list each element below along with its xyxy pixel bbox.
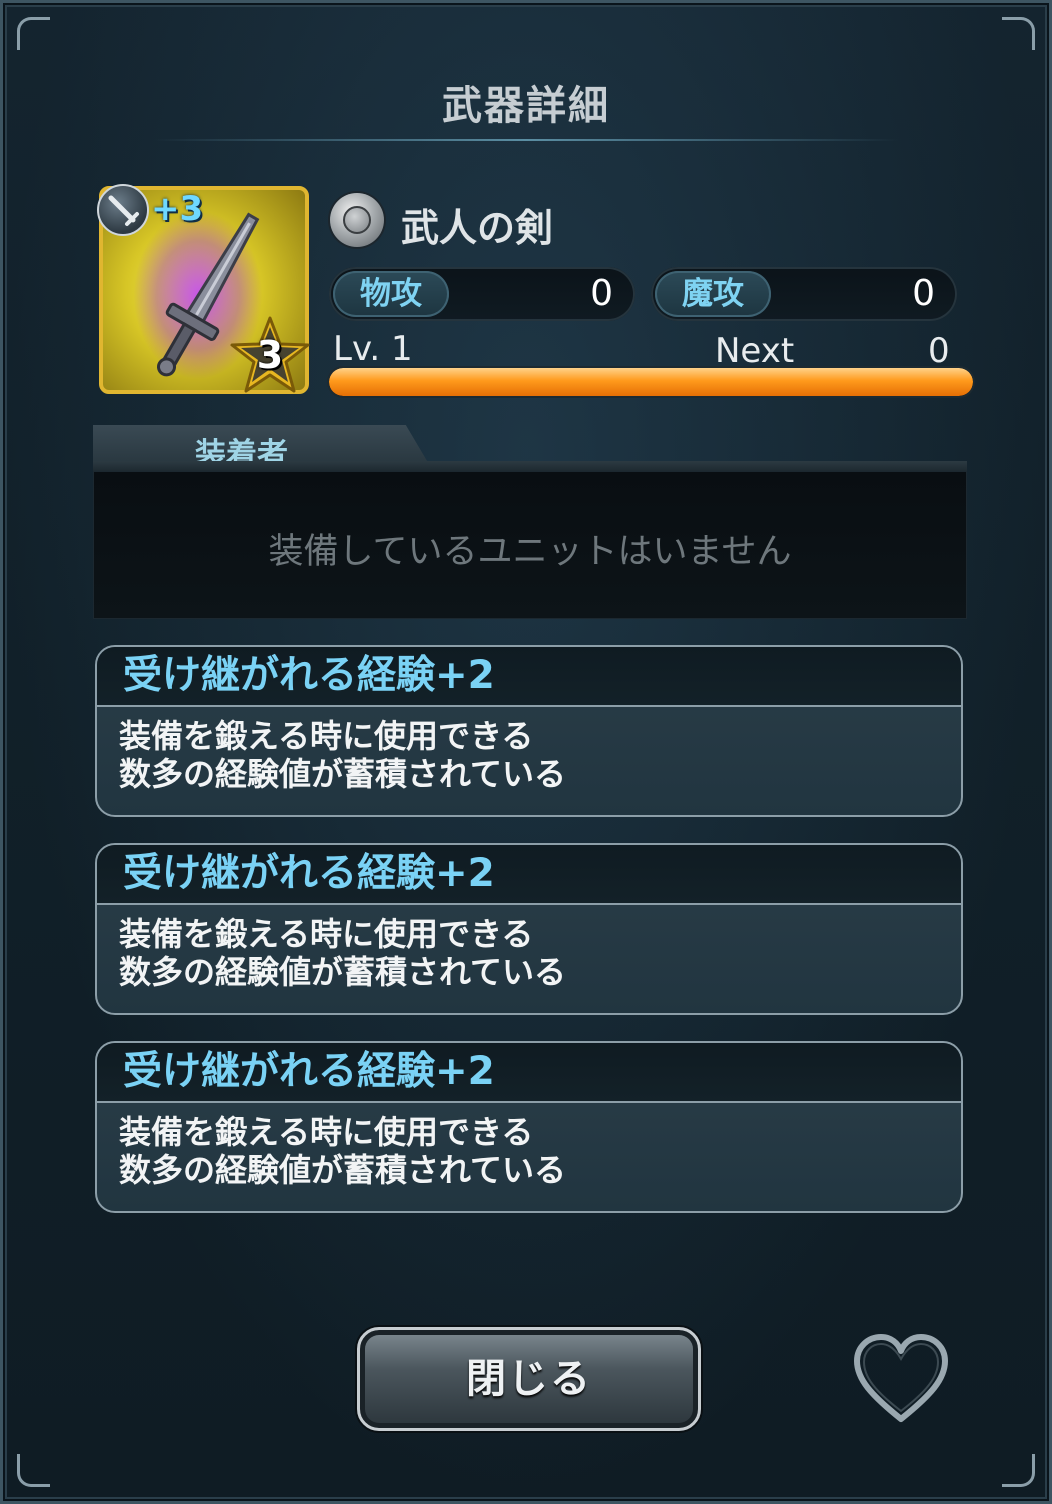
next-exp-label: Next [715, 331, 795, 371]
ability-description: 装備を鍛える時に使用できる 数多の経験値が蓄積されている [119, 717, 567, 793]
weapon-detail-dialog: 武器詳細 +3 3 武人の剣 物攻 0 魔攻 0 Lv. 1 Next 0 装着… [0, 0, 1052, 1504]
stat-label: 物攻 [333, 271, 449, 317]
ability-name: 受け継がれる経験+2 [123, 1049, 495, 1094]
next-exp-value: 0 [928, 331, 950, 371]
ability-description: 装備を鍛える時に使用できる 数多の経験値が蓄積されている [119, 915, 567, 991]
rarity-star-count: 3 [256, 333, 284, 377]
stat-magic-attack: 魔攻 0 [651, 267, 957, 321]
stat-value: 0 [590, 273, 613, 314]
heart-icon[interactable] [851, 1331, 951, 1427]
ability-description: 装備を鍛える時に使用できる 数多の経験値が蓄積されている [119, 1113, 567, 1189]
exp-progress-fill [329, 368, 973, 396]
stat-label: 魔攻 [655, 271, 771, 317]
ability-card: 受け継がれる経験+2 装備を鍛える時に使用できる 数多の経験値が蓄積されている [95, 843, 963, 1015]
corner-ornament [17, 17, 50, 50]
refine-plus-label: +3 [151, 189, 204, 229]
title-divider [153, 139, 899, 141]
dialog-title: 武器詳細 [442, 83, 610, 129]
corner-ornament [17, 1454, 50, 1487]
ability-name: 受け継がれる経験+2 [123, 851, 495, 896]
no-unit-message: 装備しているユニットはいません [268, 532, 792, 572]
ability-card: 受け継がれる経験+2 装備を鍛える時に使用できる 数多の経験値が蓄積されている [95, 645, 963, 817]
rarity-orb-icon [330, 193, 384, 247]
corner-ornament [1002, 17, 1035, 50]
ability-name: 受け継がれる経験+2 [123, 653, 495, 698]
stat-physical-attack: 物攻 0 [329, 267, 635, 321]
sword-type-icon [97, 184, 149, 236]
weapon-name: 武人の剣 [401, 206, 554, 250]
close-button[interactable]: 閉じる [357, 1327, 701, 1431]
exp-progress-bar [329, 368, 973, 396]
stat-value: 0 [912, 273, 935, 314]
corner-ornament [1002, 1454, 1035, 1487]
weapon-level: Lv. 1 [333, 329, 413, 369]
ability-card: 受け継がれる経験+2 装備を鍛える時に使用できる 数多の経験値が蓄積されている [95, 1041, 963, 1213]
